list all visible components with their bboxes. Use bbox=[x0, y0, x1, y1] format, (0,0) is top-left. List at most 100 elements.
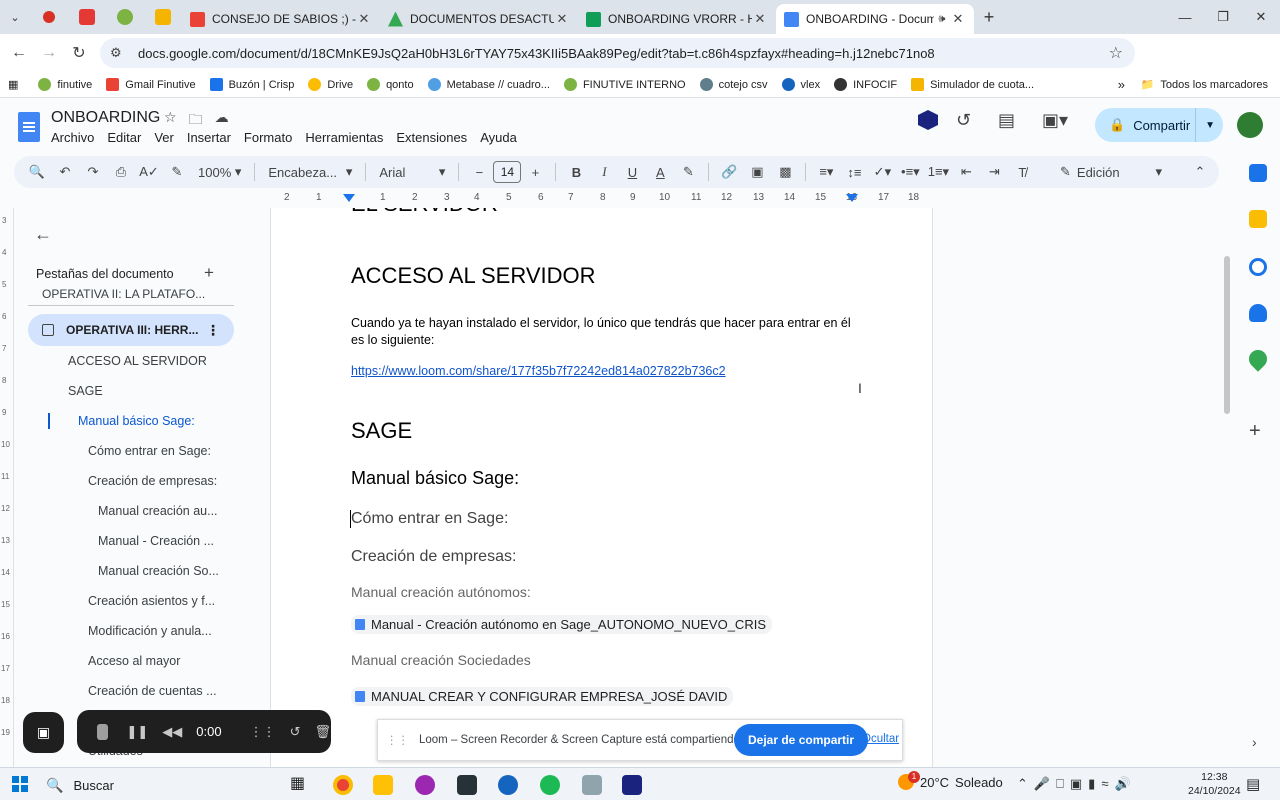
pinned-tab-app[interactable] bbox=[68, 0, 106, 34]
spotify-icon[interactable] bbox=[540, 775, 560, 795]
notifications-icon[interactable]: ▤ bbox=[1246, 775, 1260, 793]
bookmark[interactable]: Gmail Finutive bbox=[106, 78, 196, 91]
paragraph-style-select[interactable]: Encabeza... ▾ bbox=[262, 160, 358, 184]
meet-icon[interactable]: ▣▾ bbox=[1042, 110, 1068, 131]
loom-camera-button[interactable]: ▣ bbox=[23, 712, 64, 753]
file-chip[interactable]: Manual - Creación autónomo en Sage_AUTON… bbox=[351, 615, 772, 634]
bookmark[interactable]: FINUTIVE INTERNO bbox=[563, 78, 686, 91]
new-tab-button[interactable]: + bbox=[974, 7, 1004, 28]
outline-item[interactable]: ACCESO AL SERVIDOR bbox=[68, 354, 207, 368]
bookmark[interactable]: Metabase // cuadro... bbox=[427, 78, 550, 91]
app-icon[interactable] bbox=[622, 775, 642, 795]
redo-icon[interactable]: ↷ bbox=[80, 160, 106, 184]
outline-item[interactable]: Creación asientos y f... bbox=[88, 594, 215, 608]
bookmark[interactable]: Drive bbox=[308, 78, 353, 91]
menu-archivo[interactable]: Archivo bbox=[51, 130, 94, 145]
paint-format-icon[interactable]: ✎ bbox=[164, 160, 190, 184]
browser-tab[interactable]: DOCUMENTOS DESACTUALIZA ✕ bbox=[380, 4, 578, 34]
bookmark[interactable]: Simulador de cuota... bbox=[911, 78, 1034, 91]
close-tab-icon[interactable]: ✕ bbox=[356, 11, 372, 27]
windows-start-icon[interactable] bbox=[12, 776, 28, 792]
menu-herramientas[interactable]: Herramientas bbox=[305, 130, 383, 145]
smart-chip-autonomo[interactable]: Manual - Creación autónomo en Sage_AUTON… bbox=[351, 615, 772, 635]
collapse-menus-icon[interactable]: ⌃ bbox=[1187, 160, 1213, 184]
extension-hex-icon[interactable] bbox=[918, 110, 938, 130]
chrome-icon[interactable] bbox=[333, 775, 353, 795]
keep-icon[interactable] bbox=[1249, 210, 1267, 228]
smart-chip-empresa[interactable]: MANUAL CREAR Y CONFIGURAR EMPRESA_JOSÉ D… bbox=[351, 687, 734, 707]
underline-icon[interactable]: U bbox=[619, 160, 645, 184]
weather-widget[interactable]: 1 20°C Soleado bbox=[898, 771, 1003, 790]
user-avatar[interactable] bbox=[1237, 112, 1263, 138]
decrease-indent-icon[interactable]: ⇤ bbox=[953, 160, 979, 184]
outline-item[interactable]: SAGE bbox=[68, 384, 103, 398]
back-icon[interactable]: ← bbox=[4, 44, 34, 62]
minimize-icon[interactable]: — bbox=[1166, 0, 1204, 34]
search-app-icon[interactable] bbox=[498, 775, 518, 795]
add-tab-icon[interactable]: + bbox=[204, 263, 214, 283]
bookmark[interactable]: vlex bbox=[781, 78, 820, 91]
app-icon[interactable] bbox=[415, 775, 435, 795]
insert-image-icon[interactable]: ▩ bbox=[772, 160, 798, 184]
file-chip[interactable]: MANUAL CREAR Y CONFIGURAR EMPRESA_JOSÉ D… bbox=[351, 687, 734, 706]
bookmark[interactable]: qonto bbox=[367, 78, 414, 91]
close-tab-icon[interactable]: ✕ bbox=[554, 11, 570, 27]
restart-icon[interactable]: ↺ bbox=[290, 724, 301, 740]
rewind-icon[interactable]: ◀◀ bbox=[162, 724, 182, 740]
reload-icon[interactable]: ↻ bbox=[64, 43, 94, 63]
document-tab-item-active[interactable]: OPERATIVA III: HERR... ⋮ bbox=[28, 314, 234, 346]
taskbar-clock[interactable]: 12:38 24/10/2024 bbox=[1188, 770, 1241, 798]
share-button[interactable]: 🔒 Compartir ▼ bbox=[1095, 108, 1223, 142]
close-outline-back-icon[interactable]: ← bbox=[34, 224, 52, 245]
version-history-icon[interactable]: ↺ bbox=[956, 110, 971, 131]
add-addon-icon[interactable]: + bbox=[1249, 420, 1261, 443]
horizontal-ruler[interactable]: 2 1 1 2 3 4 5 6 7 8 9 10 11 12 13 14 15 … bbox=[270, 190, 933, 208]
pause-icon[interactable]: ❚❚ bbox=[126, 724, 148, 740]
pinned-tab-finutive[interactable] bbox=[106, 0, 144, 34]
outline-item[interactable]: Modificación y anula... bbox=[88, 624, 212, 638]
apps-icon[interactable]: ▦ bbox=[8, 78, 18, 91]
font-select[interactable]: Arial ▾ bbox=[373, 160, 451, 184]
increase-indent-icon[interactable]: ⇥ bbox=[981, 160, 1007, 184]
bookmark[interactable]: finutive bbox=[38, 78, 92, 91]
outline-item[interactable]: Creación de empresas: bbox=[88, 474, 217, 488]
tasks-icon[interactable] bbox=[1249, 258, 1267, 276]
search-menus-icon[interactable]: 🔍 bbox=[24, 160, 50, 184]
close-tab-icon[interactable]: ✕ bbox=[752, 11, 768, 27]
menu-extensiones[interactable]: Extensiones bbox=[396, 130, 467, 145]
stop-recording-button[interactable] bbox=[97, 723, 109, 740]
font-size-input[interactable]: 14 bbox=[493, 161, 522, 183]
outline-item[interactable]: Cómo entrar en Sage: bbox=[88, 444, 211, 458]
bookmark[interactable]: cotejo csv bbox=[699, 78, 768, 91]
sticky-notes-icon[interactable] bbox=[457, 775, 477, 795]
document-title[interactable]: ONBOARDING bbox=[51, 109, 160, 127]
print-icon[interactable]: ⎙ bbox=[108, 160, 134, 184]
stop-sharing-button[interactable]: Dejar de compartir bbox=[734, 724, 869, 756]
bookmark-star-icon[interactable]: ☆ bbox=[1109, 43, 1123, 63]
document-canvas[interactable]: EL SERVIDOR ACCESO AL SERVIDOR Cuando ya… bbox=[270, 208, 1236, 768]
clear-formatting-icon[interactable]: T̸ bbox=[1009, 160, 1035, 184]
pinned-tab-slides[interactable] bbox=[144, 0, 182, 34]
spellcheck-icon[interactable]: A✓ bbox=[136, 160, 162, 184]
line-spacing-icon[interactable]: ↕≡ bbox=[841, 160, 867, 184]
url-input[interactable]: ⚙ docs.google.com/document/d/18CMnKE9JsQ… bbox=[100, 38, 1135, 68]
outline-item[interactable]: Creación de cuentas ... bbox=[88, 684, 217, 698]
all-bookmarks-folder[interactable]: 📁 Todos los marcadores bbox=[1141, 78, 1268, 92]
docs-logo-icon[interactable] bbox=[18, 112, 40, 142]
browser-tab[interactable]: ONBOARDING VRORR - Hojas c ✕ bbox=[578, 4, 776, 34]
numbered-list-icon[interactable]: 1≡▾ bbox=[925, 160, 951, 184]
left-indent-marker[interactable] bbox=[343, 194, 355, 202]
close-window-icon[interactable]: ✕ bbox=[1242, 0, 1280, 34]
browser-tab-active[interactable]: ONBOARDING - Document 🕪 ✕ bbox=[776, 4, 974, 34]
speaker-icon[interactable]: 🕪 bbox=[934, 13, 950, 26]
outline-item[interactable]: Manual creación So... bbox=[98, 564, 219, 578]
hide-notification-link[interactable]: Ocultar bbox=[862, 733, 899, 745]
vertical-ruler[interactable]: 3 4 5 6 7 8 9 10 11 12 13 14 15 16 17 18… bbox=[0, 208, 14, 768]
drag-grip-icon[interactable]: ⋮⋮ bbox=[386, 733, 409, 747]
tab-options-icon[interactable]: ⋮ bbox=[206, 322, 220, 339]
highlight-color-icon[interactable]: ✎ bbox=[675, 160, 701, 184]
zoom-select[interactable]: 100% ▾ bbox=[192, 160, 247, 184]
decrease-font-size-icon[interactable]: − bbox=[466, 160, 492, 184]
bulleted-list-icon[interactable]: •≡▾ bbox=[897, 160, 923, 184]
menu-formato[interactable]: Formato bbox=[244, 130, 292, 145]
